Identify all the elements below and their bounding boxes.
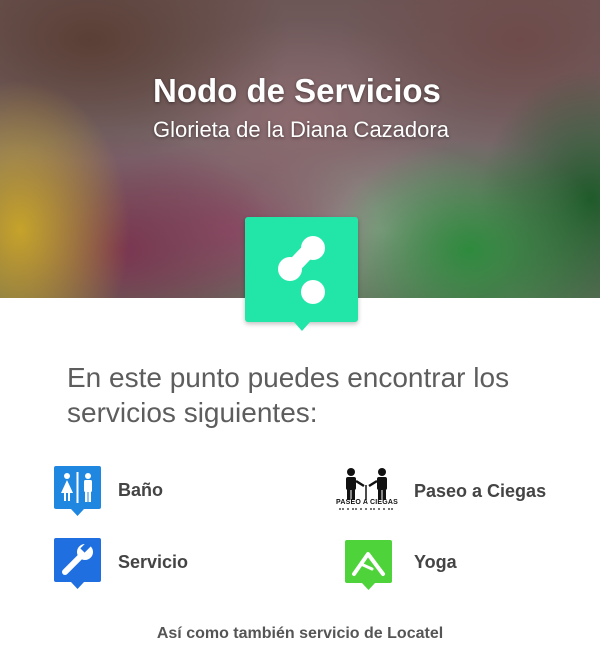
footer-note: Así como también servicio de Locatel xyxy=(156,625,444,642)
page-subtitle: Glorieta de la Diana Cazadora xyxy=(153,117,449,142)
service-label-bano: Baño xyxy=(118,480,163,500)
page-title: Nodo de Servicios xyxy=(153,72,441,109)
share-nodes-badge xyxy=(245,217,358,331)
intro-text: En este punto puedes encontrar los servi… xyxy=(67,362,510,428)
blind-walk-icon-caption: PASEO A CIEGAS xyxy=(336,499,399,506)
service-label-paseo-a-ciegas: Paseo a Ciegas xyxy=(414,481,547,501)
service-label-servicio: Servicio xyxy=(118,552,189,572)
service-label-yoga: Yoga xyxy=(414,552,457,572)
share-nodes-icon xyxy=(278,236,325,304)
yoga-icon xyxy=(345,540,392,590)
restroom-icon xyxy=(54,466,101,516)
wrench-icon xyxy=(54,538,101,589)
blind-walk-icon: PASEO A CIEGAS xyxy=(336,467,398,513)
